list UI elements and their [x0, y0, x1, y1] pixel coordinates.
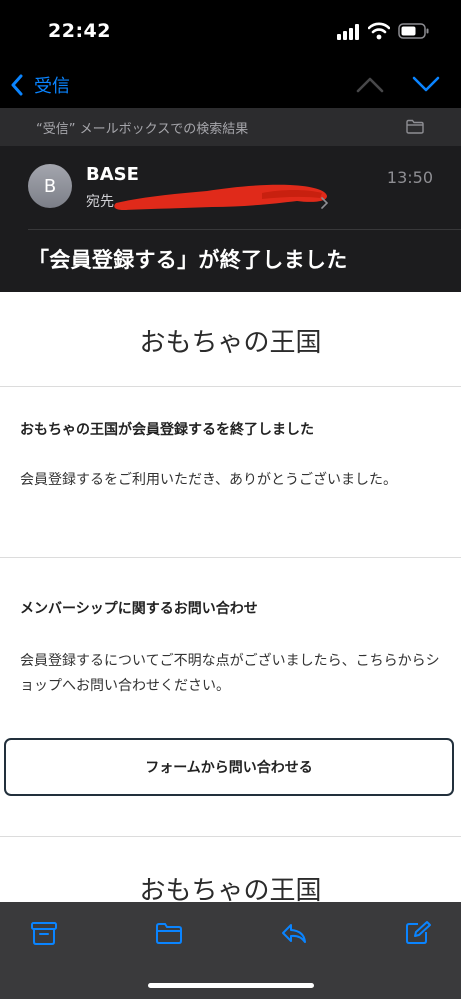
section2-text: 会員登録するについてご不明な点がございましたら、こちらからショップへお問い合わせ… — [20, 653, 440, 694]
received-time: 13:50 — [386, 168, 433, 187]
previous-message-icon[interactable] — [356, 74, 384, 94]
message-header: B BASE 13:50 宛先 「会員登録する」が終了しました — [0, 146, 461, 292]
cellular-signal-icon — [337, 24, 359, 40]
sender-avatar[interactable]: B — [28, 164, 72, 208]
search-results-bar: “受信” メールボックスでの検索結果 — [0, 108, 461, 146]
back-button-label: 受信 — [34, 76, 70, 97]
redaction-mark — [114, 184, 327, 210]
battery-icon — [398, 23, 429, 39]
wifi-icon — [368, 22, 390, 40]
shop-title: おもちゃの王国 — [139, 328, 322, 358]
recipient-label: 宛先 — [86, 194, 114, 210]
section1-heading: おもちゃの王国が会員登録するを終了しました — [20, 422, 314, 438]
contact-form-button[interactable]: フォームから問い合わせる — [4, 738, 454, 796]
navigation-bar: 受信 — [0, 62, 461, 108]
section1-text: 会員登録するをご利用いただき、ありがとうございました。 — [20, 472, 398, 488]
status-bar: 22:42 — [0, 0, 461, 62]
compose-icon[interactable] — [404, 920, 432, 946]
search-context-label: “受信” メールボックスでの検索結果 — [36, 122, 249, 137]
divider — [0, 557, 461, 558]
next-message-icon[interactable] — [412, 74, 440, 94]
home-indicator — [148, 983, 314, 988]
chevron-left-icon — [11, 74, 23, 96]
divider — [0, 386, 461, 387]
folder-icon[interactable] — [406, 119, 424, 134]
divider — [0, 836, 461, 837]
status-time: 22:42 — [48, 20, 111, 42]
footer-shop-title: おもちゃの王国 — [139, 876, 322, 902]
archive-icon[interactable] — [30, 920, 58, 946]
chevron-right-icon[interactable] — [320, 197, 328, 209]
back-button[interactable]: 受信 — [10, 70, 70, 100]
section2-heading: メンバーシップに関するお問い合わせ — [20, 601, 258, 617]
reply-icon[interactable] — [280, 920, 308, 946]
message-subject: 「会員登録する」が終了しました — [28, 248, 348, 272]
email-body: おもちゃの王国 おもちゃの王国が会員登録するを終了しました 会員登録するをご利用… — [0, 292, 461, 902]
header-divider — [28, 229, 461, 230]
folder-icon[interactable] — [155, 920, 183, 946]
